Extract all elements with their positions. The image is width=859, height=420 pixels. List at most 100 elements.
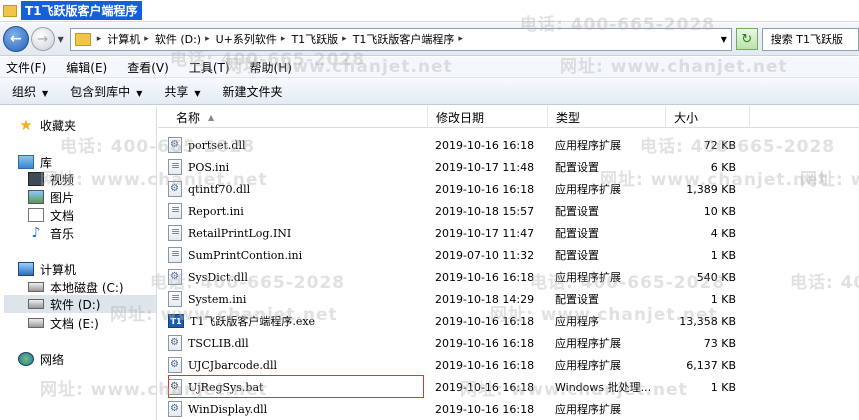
file-size: 1 KB xyxy=(710,380,736,394)
file-name: T1飞跃版客户端程序.exe xyxy=(190,315,316,328)
star-icon: ★ xyxy=(19,116,33,134)
file-name-cell: SumPrintContion.ini xyxy=(168,247,428,263)
file-date: 2019-10-16 16:18 xyxy=(435,182,535,196)
menu-file[interactable]: 文件(F) xyxy=(6,59,46,76)
folder-icon xyxy=(3,4,17,17)
nav-videos[interactable]: 视频 xyxy=(28,170,74,188)
file-row[interactable]: WinDisplay.dll 2019-10-16 16:18 应用程序扩展 xyxy=(168,398,859,420)
organize-button[interactable]: 组织 ▼ xyxy=(12,83,48,100)
nav-drive-d[interactable]: 软件 (D:) xyxy=(4,295,156,313)
gear-icon xyxy=(168,269,182,285)
crumb-t1[interactable]: T1飞跃版 xyxy=(291,31,338,47)
file-date: 2019-10-16 16:18 xyxy=(435,336,535,350)
column-name[interactable]: 名称 ▲ xyxy=(158,106,428,128)
nav-drive-e[interactable]: 文档 (E:) xyxy=(28,314,99,332)
file-row[interactable]: SysDict.dll 2019-10-16 16:18 应用程序扩展 540 KB xyxy=(168,266,859,288)
file-type: 配置设置 xyxy=(555,249,599,262)
file-row[interactable]: UJCJbarcode.dll 2019-10-16 16:18 应用程序扩展 6,1… xyxy=(168,354,859,376)
file-size: 1,389 KB xyxy=(686,182,736,196)
drive-icon xyxy=(28,299,44,309)
file-name-cell: SysDict.dll xyxy=(168,269,428,285)
file-row[interactable]: UjRegSys.bat 2019-10-16 16:18 Windows 批处理.… xyxy=(168,376,859,398)
share-button[interactable]: 共享 ▼ xyxy=(164,83,200,100)
file-row[interactable]: RetailPrintLog.INI 2019-10-17 11:47 配置设置 4 … xyxy=(168,222,859,244)
file-name: POS.ini xyxy=(188,160,230,174)
file-name-cell: portset.dll xyxy=(168,137,428,153)
file-row[interactable]: POS.ini 2019-10-17 11:48 配置设置 6 KB xyxy=(168,156,859,178)
text-icon xyxy=(168,225,182,241)
file-row[interactable]: SumPrintContion.ini 2019-07-10 11:32 配置设置 1… xyxy=(168,244,859,266)
file-name-cell: UJCJbarcode.dll xyxy=(168,357,428,373)
menu-edit[interactable]: 编辑(E) xyxy=(66,59,107,76)
crumb-t1-client[interactable]: T1飞跃版客户端程序 xyxy=(353,31,455,47)
recent-pages-dropdown[interactable]: ▼ xyxy=(58,35,64,44)
menu-bar: 文件(F) 编辑(E) 查看(V) 工具(T) 帮助(H) xyxy=(0,57,859,78)
gear-icon xyxy=(168,181,182,197)
nav-music[interactable]: ♪ 音乐 xyxy=(28,224,74,242)
crumb-drive-d[interactable]: 软件 (D:) xyxy=(155,31,201,47)
file-type: 配置设置 xyxy=(555,227,599,240)
file-type: 应用程序扩展 xyxy=(555,337,621,350)
file-name-cell: TSCLIB.dll xyxy=(168,335,428,351)
menu-help[interactable]: 帮助(H) xyxy=(250,59,292,76)
file-name-cell: RetailPrintLog.INI xyxy=(168,225,428,241)
file-date: 2019-10-18 14:29 xyxy=(435,292,535,306)
column-size[interactable]: 大小 xyxy=(666,106,750,128)
include-library-button[interactable]: 包含到库中 ▼ xyxy=(70,83,142,100)
file-row[interactable]: TSCLIB.dll 2019-10-16 16:18 应用程序扩展 73 KB xyxy=(168,332,859,354)
file-name: RetailPrintLog.INI xyxy=(188,226,292,240)
back-button[interactable]: ← xyxy=(3,26,29,52)
file-type: 应用程序扩展 xyxy=(555,403,621,416)
file-type: 应用程序 xyxy=(555,315,599,328)
file-name: TSCLIB.dll xyxy=(188,336,249,350)
refresh-button[interactable]: ↻ xyxy=(735,28,758,50)
file-type: 应用程序扩展 xyxy=(555,183,621,196)
file-name: portset.dll xyxy=(188,138,246,152)
file-row[interactable]: qtintf70.dll 2019-10-16 16:18 应用程序扩展 1,389 … xyxy=(168,178,859,200)
file-name: WinDisplay.dll xyxy=(188,402,268,416)
gear-icon xyxy=(168,357,182,373)
nav-documents[interactable]: 文档 xyxy=(28,206,74,224)
file-type: 应用程序扩展 xyxy=(555,139,621,152)
file-size: 6 KB xyxy=(710,160,736,174)
forward-button[interactable]: → xyxy=(30,27,55,51)
file-type: 配置设置 xyxy=(555,293,599,306)
music-icon: ♪ xyxy=(31,225,41,241)
new-folder-button[interactable]: 新建文件夹 xyxy=(223,83,283,100)
nav-libraries[interactable]: 库 xyxy=(18,153,52,171)
column-type[interactable]: 类型 xyxy=(548,106,666,128)
crumb-uplus[interactable]: U+系列软件 xyxy=(216,31,277,47)
nav-network[interactable]: 网络 xyxy=(18,350,64,368)
file-row[interactable]: portset.dll 2019-10-16 16:18 应用程序扩展 72 KB xyxy=(168,134,859,156)
nav-computer[interactable]: 计算机 xyxy=(18,260,76,278)
file-row[interactable]: Report.ini 2019-10-18 15:57 配置设置 10 KB xyxy=(168,200,859,222)
nav-favorites[interactable]: ★ 收藏夹 xyxy=(18,116,76,134)
document-icon xyxy=(28,208,44,222)
file-name: qtintf70.dll xyxy=(188,182,251,196)
nav-pictures[interactable]: 图片 xyxy=(28,188,74,206)
file-type: 配置设置 xyxy=(555,205,599,218)
file-size: 6,137 KB xyxy=(686,358,736,372)
address-bar[interactable]: ▸ 计算机 ▸ 软件 (D:) ▸ U+系列软件 ▸ T1飞跃版 ▸ T1飞跃版… xyxy=(69,27,732,51)
batch-icon xyxy=(168,379,182,395)
file-row[interactable]: T1 T1飞跃版客户端程序.exe 2019-10-16 16:18 应用程序 13,3… xyxy=(168,310,859,332)
file-row[interactable]: System.ini 2019-10-18 14:29 配置设置 1 KB xyxy=(168,288,859,310)
file-name: UJCJbarcode.dll xyxy=(188,358,277,372)
file-list: 名称▲ 修改日期 类型 大小 portset.dll 2019-10-16 16:… xyxy=(158,106,859,420)
file-size: 72 KB xyxy=(703,138,736,152)
crumb-computer[interactable]: 计算机 xyxy=(107,31,140,47)
network-icon xyxy=(18,352,34,366)
search-input[interactable]: 搜索 T1飞跃版 xyxy=(761,27,859,51)
column-date[interactable]: 修改日期 xyxy=(428,106,548,128)
address-row: ← → ▼ ▸ 计算机 ▸ 软件 (D:) ▸ U+系列软件 ▸ T1飞跃版 ▸… xyxy=(0,23,859,56)
file-date: 2019-10-18 15:57 xyxy=(435,204,535,218)
menu-tools[interactable]: 工具(T) xyxy=(189,59,230,76)
address-dropdown[interactable]: ▼ xyxy=(721,35,727,44)
menu-view[interactable]: 查看(V) xyxy=(127,59,169,76)
file-size: 10 KB xyxy=(703,204,736,218)
chevron-down-icon: ▼ xyxy=(136,88,143,98)
text-icon xyxy=(168,159,182,175)
file-name-cell: T1 T1飞跃版客户端程序.exe xyxy=(168,313,428,329)
nav-drive-c[interactable]: 本地磁盘 (C:) xyxy=(28,278,124,296)
text-icon xyxy=(168,247,182,263)
